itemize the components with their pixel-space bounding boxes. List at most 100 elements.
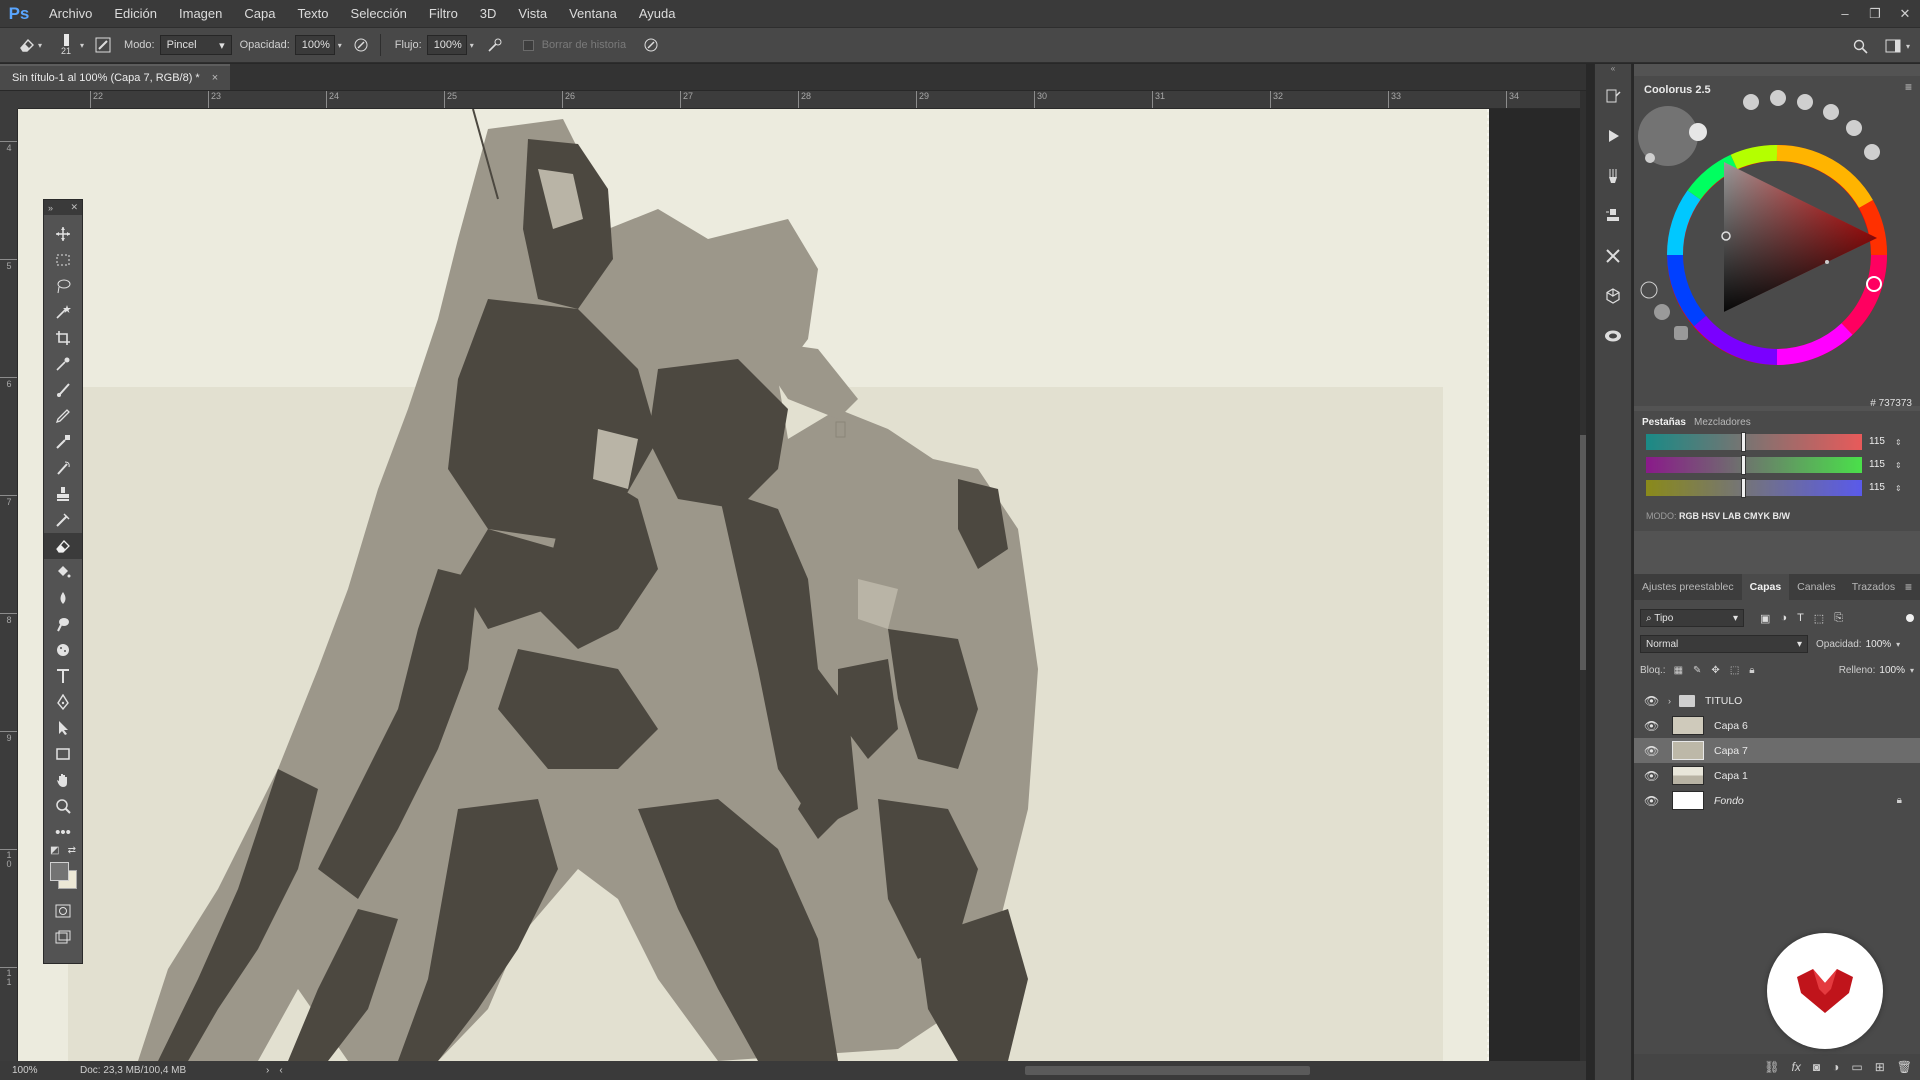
eyedropper-tool-icon[interactable] bbox=[44, 351, 82, 377]
actions-panel-icon[interactable] bbox=[1595, 116, 1631, 156]
quick-mask-icon[interactable] bbox=[44, 898, 82, 924]
minimize-button[interactable]: – bbox=[1830, 0, 1860, 27]
tab-pestanas[interactable]: Pestañas bbox=[1642, 417, 1686, 428]
app-logo[interactable]: Ps bbox=[0, 0, 38, 27]
green-slider[interactable] bbox=[1646, 455, 1862, 475]
visibility-eye-icon[interactable]: 👁︎ bbox=[1644, 694, 1666, 708]
menu-imagen[interactable]: Imagen bbox=[168, 0, 233, 27]
tab-adjustments-presets[interactable]: Ajustes preestablec bbox=[1634, 574, 1742, 600]
tab-channels[interactable]: Canales bbox=[1789, 574, 1844, 600]
vertical-ruler[interactable]: 4 5 6 7 8 9 1 0 1 1 bbox=[0, 109, 18, 1061]
lock-all-icon[interactable]: 🔒︎ bbox=[1749, 665, 1754, 676]
blur-tool-icon[interactable] bbox=[44, 585, 82, 611]
pressure-size-icon[interactable] bbox=[638, 32, 664, 58]
screen-mode-icon[interactable] bbox=[44, 924, 82, 950]
sponge-tool-icon[interactable] bbox=[44, 637, 82, 663]
triangle-mode-icon[interactable] bbox=[1654, 304, 1670, 320]
mode-options[interactable]: RGB HSV LAB CMYK B/W bbox=[1679, 511, 1790, 521]
menu-ayuda[interactable]: Ayuda bbox=[628, 0, 687, 27]
healing-brush-tool-icon[interactable] bbox=[44, 507, 82, 533]
close-tab-icon[interactable]: × bbox=[212, 72, 218, 84]
delete-layer-icon[interactable]: 🗑︎ bbox=[1897, 1060, 1912, 1074]
red-value[interactable]: 115 bbox=[1869, 434, 1895, 450]
clone-stamp-tool-icon[interactable] bbox=[44, 481, 82, 507]
chevron-down-icon[interactable]: ▾ bbox=[470, 41, 474, 50]
menu-edicion[interactable]: Edición bbox=[103, 0, 168, 27]
preset-wheel-icon[interactable] bbox=[1743, 94, 1759, 110]
tool-presets-panel-icon[interactable] bbox=[1595, 236, 1631, 276]
layer-filter-select[interactable]: ⌕ Tipo ▾ bbox=[1640, 609, 1744, 627]
type-filter-icon[interactable]: T bbox=[1797, 612, 1804, 625]
paint-bucket-tool-icon[interactable] bbox=[44, 559, 82, 585]
mode-select[interactable]: Pincel ▾ bbox=[159, 35, 232, 55]
filter-toggle-icon[interactable] bbox=[1906, 614, 1914, 622]
add-mask-icon[interactable]: ◙ bbox=[1813, 1060, 1820, 1074]
square-mode-icon[interactable] bbox=[1674, 326, 1688, 340]
brush-tool-icon[interactable] bbox=[44, 377, 82, 403]
slider-handle[interactable] bbox=[1741, 455, 1747, 475]
link-layers-icon[interactable]: ⛓︎ bbox=[1764, 1060, 1779, 1074]
tab-mezcladores[interactable]: Mezcladores bbox=[1694, 417, 1751, 428]
visibility-eye-icon[interactable]: 👁︎ bbox=[1644, 794, 1666, 808]
airbrush-icon[interactable] bbox=[482, 32, 508, 58]
chevron-down-icon[interactable]: ▾ bbox=[338, 41, 342, 50]
3d-panel-icon[interactable] bbox=[1595, 276, 1631, 316]
menu-capa[interactable]: Capa bbox=[233, 0, 286, 27]
menu-filtro[interactable]: Filtro bbox=[418, 0, 469, 27]
document-size-info[interactable]: Doc: 23,3 MB/100,4 MB bbox=[80, 1065, 260, 1076]
spinner-icon[interactable]: ⇕ bbox=[1895, 484, 1902, 493]
brush-panel-icon[interactable] bbox=[90, 32, 116, 58]
marquee-tool-icon[interactable] bbox=[44, 247, 82, 273]
menu-seleccion[interactable]: Selección bbox=[340, 0, 418, 27]
color-mode-icon[interactable] bbox=[1640, 281, 1658, 299]
chevron-right-icon[interactable]: › bbox=[1668, 696, 1671, 706]
restore-button[interactable]: ❐ bbox=[1860, 0, 1890, 27]
adjustment-layer-icon[interactable]: ◑ bbox=[1832, 1060, 1839, 1074]
blue-slider[interactable] bbox=[1646, 478, 1862, 498]
lock-artboard-icon[interactable]: ⬚ bbox=[1730, 665, 1739, 676]
default-colors-icon[interactable]: ◩ bbox=[50, 845, 59, 856]
brush-size-picker[interactable]: 21 bbox=[52, 30, 80, 60]
preset-wheel-icon[interactable] bbox=[1797, 94, 1813, 110]
preset-wheel-icon[interactable] bbox=[1770, 90, 1786, 106]
eraser-preset-icon[interactable] bbox=[14, 32, 40, 58]
eraser-tool-icon[interactable] bbox=[44, 533, 82, 559]
swap-colors-icon[interactable]: ⇄ bbox=[68, 845, 76, 856]
lock-position-icon[interactable]: ✥ bbox=[1711, 665, 1719, 676]
menu-archivo[interactable]: Archivo bbox=[38, 0, 103, 27]
opacity-input[interactable]: 100% bbox=[294, 35, 335, 55]
spinner-icon[interactable]: ⇕ bbox=[1895, 461, 1902, 470]
more-tools-icon[interactable]: ••• bbox=[44, 819, 82, 845]
pen-tool-icon[interactable] bbox=[44, 689, 82, 715]
chevron-left-icon[interactable]: ‹ bbox=[279, 1065, 282, 1076]
path-selection-tool-icon[interactable] bbox=[44, 715, 82, 741]
layer-opacity-value[interactable]: 100% bbox=[1866, 639, 1892, 650]
green-value[interactable]: 115 bbox=[1869, 457, 1895, 473]
blue-value[interactable]: 115 bbox=[1869, 480, 1895, 496]
pencil-tool-icon[interactable] bbox=[44, 403, 82, 429]
layer-row-fondo[interactable]: 👁︎ Fondo 🔒︎ bbox=[1634, 788, 1920, 813]
panel-menu-icon[interactable]: ≡ bbox=[1905, 580, 1920, 594]
chevron-down-icon[interactable]: ▾ bbox=[1906, 42, 1910, 51]
move-tool-icon[interactable] bbox=[44, 221, 82, 247]
crop-tool-icon[interactable] bbox=[44, 325, 82, 351]
color-wheel[interactable] bbox=[1634, 76, 1920, 396]
layer-row-capa-6[interactable]: 👁︎ Capa 6 bbox=[1634, 713, 1920, 738]
brush-presets-panel-icon[interactable] bbox=[1595, 156, 1631, 196]
close-icon[interactable]: ✕ bbox=[70, 202, 78, 213]
lock-transparent-icon[interactable]: ▦ bbox=[1674, 665, 1683, 676]
preset-wheel-icon[interactable] bbox=[1846, 120, 1862, 136]
shape-filter-icon[interactable]: ⬚ bbox=[1814, 612, 1824, 625]
ruler-origin[interactable] bbox=[0, 91, 18, 109]
pixel-filter-icon[interactable]: ▣ bbox=[1760, 612, 1770, 625]
history-brush-tool-icon[interactable] bbox=[44, 455, 82, 481]
tab-paths[interactable]: Trazados bbox=[1844, 574, 1903, 600]
clone-source-panel-icon[interactable] bbox=[1595, 196, 1631, 236]
libraries-panel-icon[interactable] bbox=[1595, 316, 1631, 356]
menu-vista[interactable]: Vista bbox=[507, 0, 558, 27]
flow-input[interactable]: 100% bbox=[426, 35, 467, 55]
canvas-area[interactable] bbox=[18, 109, 1580, 1061]
new-layer-icon[interactable]: ⊞ bbox=[1875, 1060, 1885, 1074]
chevron-down-icon[interactable]: ▾ bbox=[80, 41, 84, 50]
lasso-tool-icon[interactable] bbox=[44, 273, 82, 299]
